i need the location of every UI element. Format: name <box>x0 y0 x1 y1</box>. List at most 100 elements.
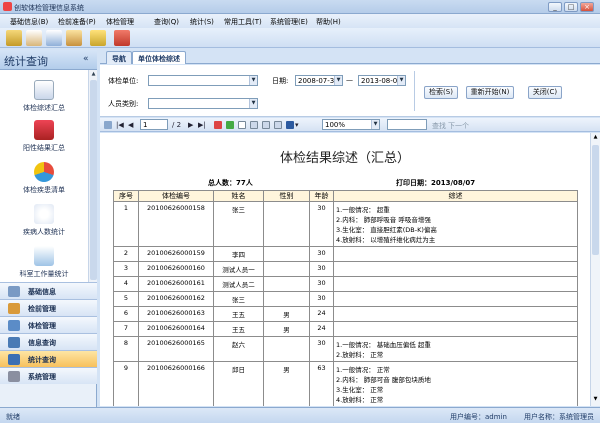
page-number-input[interactable]: 1 <box>140 119 168 130</box>
category-stats[interactable]: 统计查询 <box>0 350 97 367</box>
table-cell-name: 赵六 <box>213 336 264 362</box>
table-cell-no: 3 <box>113 261 139 277</box>
report-title: 体检结果综述（汇总） <box>279 151 410 166</box>
home-icon[interactable] <box>6 30 22 46</box>
find-button[interactable]: 查找 <box>432 121 446 131</box>
refresh-icon[interactable] <box>226 121 234 129</box>
table-row: 7 20100626000164 王五男 24 <box>113 321 578 337</box>
menu-query[interactable]: 查询(Q) <box>154 17 179 27</box>
report-icon <box>34 80 54 100</box>
export-icon[interactable] <box>104 121 112 129</box>
last-page-icon[interactable]: ▶| <box>198 121 206 129</box>
category-select[interactable]: ▼ <box>148 98 258 109</box>
table-cell-name: 张三 <box>213 201 264 247</box>
table-cell-sex <box>263 291 310 307</box>
table-cell-id: 20100626000159 <box>138 246 214 262</box>
next-page-icon[interactable]: ▶ <box>188 121 193 129</box>
main-toolbar <box>0 28 600 48</box>
report-scrollbar[interactable]: ▲ ▼ <box>590 133 600 406</box>
find-input[interactable] <box>387 119 427 130</box>
close-window-button[interactable]: × <box>580 2 594 12</box>
scroll-up-icon[interactable]: ▲ <box>592 134 599 141</box>
sidebar-item-disease-count[interactable]: 疾病人数统计 <box>0 204 88 237</box>
exit-icon[interactable] <box>114 30 130 46</box>
date-to-input[interactable]: 2013-08-07 ▼ <box>358 75 406 86</box>
table-cell-summary <box>333 276 578 292</box>
divider <box>414 71 415 111</box>
table-cell-id: 20100626000162 <box>138 291 214 307</box>
table-row: 2 20100626000159 李四 30 <box>113 246 578 262</box>
prev-page-icon[interactable]: ◀ <box>128 121 133 129</box>
sidebar: 统计查询 « 体检综述汇总 阳性结果汇总 体检疾患清单 疾病人数统计 科室工作量… <box>0 50 97 407</box>
sidebar-item-workload[interactable]: 科室工作量统计 <box>0 246 88 279</box>
table-cell-sex: 男 <box>263 361 310 406</box>
menu-help[interactable]: 帮助(H) <box>316 17 341 27</box>
page-layout-icon[interactable] <box>250 121 258 129</box>
scroll-thumb[interactable] <box>592 145 599 255</box>
category-exam[interactable]: 体检管理 <box>0 316 97 333</box>
table-cell-no: 6 <box>113 306 139 322</box>
column-header: 姓名 <box>213 190 264 202</box>
edit-icon[interactable] <box>26 30 42 46</box>
category-pre-check[interactable]: 检前管理 <box>0 299 97 316</box>
first-page-icon[interactable]: |◀ <box>116 121 124 129</box>
table-cell-age: 63 <box>309 361 334 406</box>
unit-select[interactable]: ▼ <box>148 75 258 86</box>
basic-icon <box>8 286 20 297</box>
collapse-icon[interactable]: « <box>83 54 89 64</box>
window-title: 创软体检管理信息系统 <box>14 4 84 12</box>
search-button[interactable]: 检索(S) <box>424 86 458 99</box>
menu-system[interactable]: 系统管理(E) <box>270 17 308 27</box>
table-row: 1 20100626000158 张三 30 1.一般情况： 超重 2.内科： 肺部呼吸音… <box>113 201 578 247</box>
table-cell-sex <box>263 336 310 362</box>
menu-prepare[interactable]: 检前准备(P) <box>58 17 96 27</box>
maximize-button[interactable]: □ <box>564 2 578 12</box>
document-icon[interactable] <box>46 30 62 46</box>
category-system[interactable]: 系统管理 <box>0 367 97 384</box>
query-icon <box>8 337 20 348</box>
menu-stats[interactable]: 统计(S) <box>190 17 214 27</box>
reset-button[interactable]: 重新开始(N) <box>466 86 514 99</box>
print-preview-icon[interactable] <box>274 121 282 129</box>
calendar-dropdown-icon: ▼ <box>334 76 342 85</box>
menu-tools[interactable]: 常用工具(T) <box>224 17 262 27</box>
table-cell-age: 24 <box>309 321 334 337</box>
print-icon[interactable] <box>238 121 246 129</box>
save-dropdown-icon[interactable]: ▾ <box>295 121 299 129</box>
zoom-select[interactable]: 100% ▼ <box>322 119 380 130</box>
scroll-thumb[interactable] <box>90 80 97 280</box>
chevron-down-icon: ▼ <box>371 120 379 129</box>
table-cell-sex <box>263 246 310 262</box>
table-cell-summary <box>333 291 578 307</box>
menu-exam[interactable]: 体检管理 <box>106 17 134 27</box>
category-basic[interactable]: 基础信息 <box>0 282 97 299</box>
table-cell-age: 30 <box>309 261 334 277</box>
date-from-input[interactable]: 2008-07-31 ▼ <box>295 75 343 86</box>
page-setup-icon[interactable] <box>262 121 270 129</box>
menu-basic[interactable]: 基础信息(B) <box>10 17 48 27</box>
scroll-up-icon[interactable]: ▲ <box>90 71 97 78</box>
sidebar-item-disease-list[interactable]: 体检疾患清单 <box>0 162 88 195</box>
sidebar-scrollbar[interactable]: ▲ ▼ <box>88 70 97 318</box>
tab-unit-summary[interactable]: 单位体检综述 <box>132 51 186 64</box>
notes-icon[interactable] <box>66 30 82 46</box>
minimize-button[interactable]: _ <box>548 2 562 12</box>
stop-icon[interactable] <box>214 121 222 129</box>
column-header: 性别 <box>263 190 310 202</box>
tab-navigation[interactable]: 导航 <box>106 51 132 64</box>
save-icon[interactable] <box>286 121 294 129</box>
table-cell-age: 30 <box>309 276 334 292</box>
close-button[interactable]: 关闭(C) <box>528 86 562 99</box>
key-icon[interactable] <box>90 30 106 46</box>
find-next-button[interactable]: 下一个 <box>448 121 469 131</box>
bar-chart-icon <box>34 246 54 266</box>
category-info-query[interactable]: 信息查询 <box>0 333 97 350</box>
sidebar-item-positive-results[interactable]: 阳性结果汇总 <box>0 120 88 153</box>
table-cell-name: 测试人员二 <box>213 276 264 292</box>
sidebar-item-exam-summary[interactable]: 体检综述汇总 <box>0 80 88 113</box>
precheck-icon <box>8 303 20 314</box>
report-view: 体检结果综述（汇总） 总人数：77人 打印日期：2013/08/07 序号 体检编… <box>100 133 590 406</box>
scroll-down-icon[interactable]: ▼ <box>592 396 599 403</box>
total-count: 总人数：77人 <box>208 179 253 187</box>
table-cell-sex <box>263 201 310 247</box>
